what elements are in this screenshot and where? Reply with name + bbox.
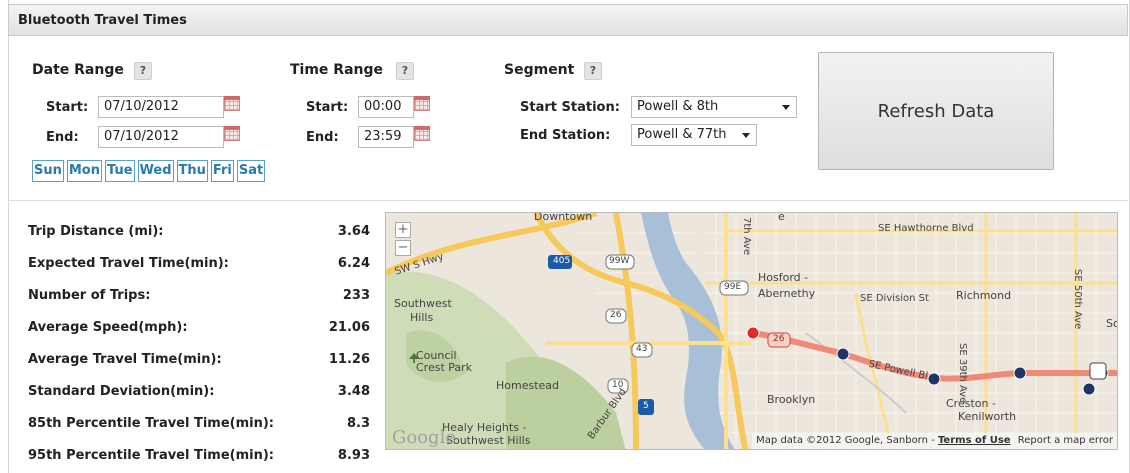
time-end-label: End: [306, 130, 339, 145]
time-range-heading: Time Range [290, 62, 384, 78]
map-attribution: Map data ©2012 Google, Sanborn - Terms o… [752, 433, 1117, 449]
route-number-label: 405 [553, 256, 571, 266]
zoom-out-button[interactable]: − [395, 240, 411, 256]
stat-label: Average Travel Time(min): [28, 352, 222, 367]
day-toggle-wed[interactable]: Wed [137, 160, 174, 182]
stat-value: 3.64 [337, 224, 370, 239]
route-map[interactable]: + − Downtown Southwest Hills Council Cre… [385, 212, 1118, 450]
stat-value: 3.48 [337, 384, 370, 399]
map-label: So [1106, 317, 1117, 330]
stat-value: 8.93 [337, 448, 370, 463]
segment-heading: Segment [504, 62, 575, 78]
calendar-icon[interactable] [414, 96, 430, 111]
date-range-help-button[interactable]: ? [134, 62, 152, 80]
route-number-label: 26 [610, 310, 622, 320]
segment-help-button[interactable]: ? [584, 62, 602, 80]
stat-label: Average Speed(mph): [28, 320, 188, 335]
map-label: Southwest Hills [446, 434, 531, 447]
time-range-help-button[interactable]: ? [396, 62, 414, 80]
station-marker[interactable] [1013, 366, 1027, 380]
street-label: SE 50th Ave [1072, 269, 1083, 330]
map-label: Brooklyn [767, 393, 816, 406]
end-station-select[interactable]: Powell & 77th [631, 124, 757, 146]
map-label: Abernethy [758, 287, 816, 300]
day-of-week-selector: Sun Mon Tue Wed Thu Fri Sat [32, 160, 266, 182]
stat-value: 21.06 [328, 320, 370, 335]
route-number-label: 10 [612, 380, 624, 390]
stat-value: 233 [342, 288, 370, 303]
stat-value: 6.24 [337, 256, 370, 271]
day-toggle-sun[interactable]: Sun [32, 160, 64, 182]
day-toggle-tue[interactable]: Tue [105, 160, 135, 182]
station-marker[interactable] [836, 347, 850, 361]
stat-value: 8.3 [346, 416, 370, 431]
terms-of-use-link[interactable]: Terms of Use [938, 435, 1011, 446]
map-label: Creston - [946, 397, 996, 410]
start-station-label: Start Station: [520, 100, 620, 115]
map-label: Homestead [496, 379, 560, 392]
highway-shield-icon [1089, 362, 1107, 380]
route-number-label: 43 [636, 344, 648, 354]
date-end-input[interactable]: 07/10/2012 [98, 126, 224, 148]
time-start-input[interactable]: 00:00 [358, 96, 414, 118]
stat-label: Expected Travel Time(min): [28, 256, 229, 271]
end-station-value: Powell & 77th [637, 127, 727, 142]
time-end-input[interactable]: 23:59 [358, 126, 414, 148]
route-number-label: 99W [609, 256, 630, 266]
map-label: Crest Park [416, 361, 473, 374]
stat-label: 85th Percentile Travel Time(min): [28, 416, 275, 431]
calendar-icon[interactable] [224, 96, 240, 111]
calendar-icon[interactable] [224, 126, 240, 141]
map-label: Kenilworth [958, 410, 1017, 423]
zoom-in-button[interactable]: + [395, 222, 411, 238]
route-start-marker[interactable] [746, 326, 760, 340]
street-label: SE Hawthorne Blvd [878, 223, 974, 234]
map-label: Richmond [956, 289, 1012, 302]
day-toggle-thu[interactable]: Thu [176, 160, 208, 182]
station-marker[interactable] [1082, 382, 1096, 396]
day-toggle-fri[interactable]: Fri [210, 160, 234, 182]
end-station-label: End Station: [520, 128, 611, 143]
chevron-down-icon [782, 105, 790, 110]
stat-label: Number of Trips: [28, 288, 151, 303]
map-label: Downtown [534, 212, 593, 223]
panel-header: Bluetooth Travel Times [8, 4, 1128, 36]
calendar-icon[interactable] [414, 126, 430, 141]
stat-label: Trip Distance (mi): [28, 224, 164, 239]
report-map-error-link[interactable]: Report a map error [1018, 435, 1113, 446]
date-end-label: End: [46, 130, 79, 145]
street-label: 7th Ave [741, 217, 752, 256]
stat-label: Standard Deviation(min): [28, 384, 215, 399]
time-start-label: Start: [306, 100, 349, 115]
date-start-label: Start: [46, 100, 89, 115]
street-label: SE Division St [860, 293, 929, 304]
start-station-select[interactable]: Powell & 8th [631, 96, 797, 118]
map-label: Hills [410, 311, 434, 324]
page-title: Bluetooth Travel Times [18, 13, 187, 28]
chevron-down-icon [742, 133, 750, 138]
route-number-label: 99E [724, 282, 742, 292]
attribution-text: Map data ©2012 Google, Sanborn - [756, 435, 935, 446]
date-range-heading: Date Range [32, 62, 124, 78]
street-label: e [778, 212, 785, 223]
route-number-label: 26 [773, 334, 785, 344]
day-toggle-mon[interactable]: Mon [66, 160, 102, 182]
street-label: SE 39th Ave [957, 343, 968, 404]
google-logo: Google [392, 427, 456, 448]
map-label: Southwest [394, 297, 452, 310]
date-start-input[interactable]: 07/10/2012 [98, 96, 224, 118]
stat-label: 95th Percentile Travel Time(min): [28, 448, 275, 463]
stat-value: 11.26 [328, 352, 370, 367]
section-divider [8, 200, 1128, 201]
map-label: Hosford - [758, 271, 809, 284]
station-marker[interactable] [927, 372, 941, 386]
refresh-data-button[interactable]: Refresh Data [818, 52, 1054, 170]
start-station-value: Powell & 8th [637, 99, 719, 114]
route-number-label: 5 [643, 401, 649, 411]
day-toggle-sat[interactable]: Sat [236, 160, 266, 182]
